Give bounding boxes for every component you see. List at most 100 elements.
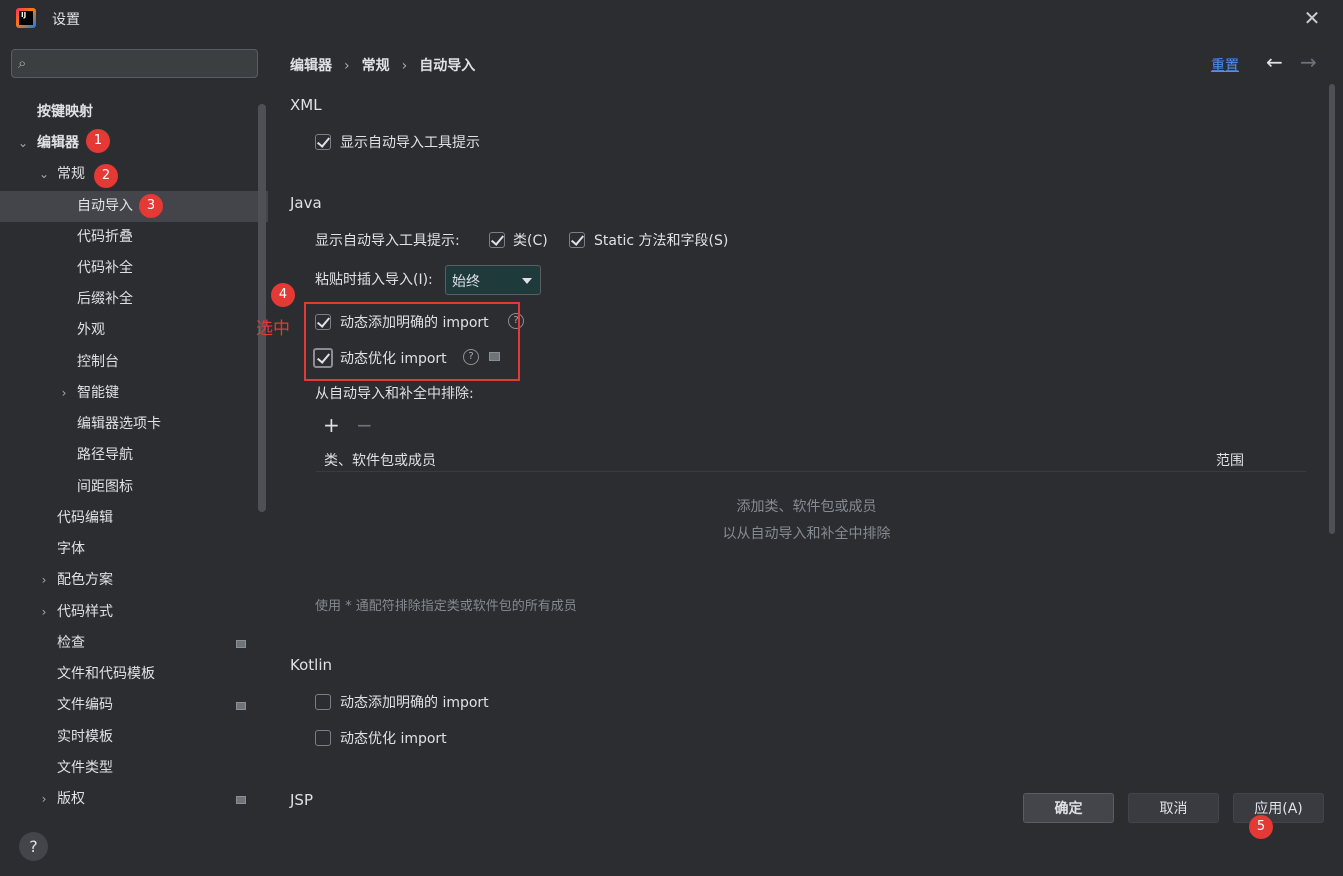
sidebar-item-keymap[interactable]: 按键映射	[0, 97, 258, 128]
chevron-right-icon[interactable]: ›	[57, 378, 71, 409]
sidebar-item-label: 编辑器选项卡	[77, 416, 161, 432]
intellij-logo-icon: IJ	[16, 8, 36, 28]
kotlin-optimize-imports-label: 动态优化 import	[340, 731, 447, 747]
reset-link[interactable]: 重置	[1211, 55, 1239, 75]
annotation-highlight-box	[304, 302, 520, 381]
section-java-title: Java	[290, 194, 322, 212]
sidebar-item-smart-keys[interactable]: › 智能键	[0, 378, 258, 409]
sidebar-item-label: 智能键	[77, 385, 119, 401]
sidebar-item-label: 编辑器	[37, 135, 79, 151]
column-header-scope[interactable]: 范围	[1216, 450, 1244, 470]
sidebar-item-inspections[interactable]: 检查	[0, 628, 258, 659]
sidebar-item-code-folding[interactable]: 代码折叠	[0, 222, 258, 253]
exclude-table-header: 类、软件包或成员 范围	[316, 448, 1306, 472]
settings-sidebar: ⌕ 按键映射 ⌄ 编辑器 ⌄ 常规 自动导入 代码折叠 代码补全 后缀补全 外观…	[0, 38, 270, 876]
chevron-down-icon[interactable]: ⌄	[16, 128, 30, 159]
wildcard-hint: 使用 * 通配符排除指定类或软件包的所有成员	[315, 599, 577, 614]
kotlin-add-unambiguous-label: 动态添加明确的 import	[340, 695, 489, 711]
sidebar-item-color-scheme[interactable]: › 配色方案	[0, 565, 258, 596]
sidebar-item-label: 代码补全	[77, 260, 133, 276]
sidebar-item-label: 版权	[57, 791, 85, 807]
sidebar-item-general[interactable]: ⌄ 常规	[0, 159, 258, 190]
sidebar-item-file-encodings[interactable]: 文件编码	[0, 690, 258, 721]
apply-button[interactable]: 应用(A)	[1233, 793, 1324, 823]
sidebar-item-label: 代码样式	[57, 604, 113, 620]
column-header-class[interactable]: 类、软件包或成员	[324, 450, 436, 470]
breadcrumb-item: 编辑器	[290, 58, 332, 74]
sidebar-item-label: 外观	[77, 322, 105, 338]
sidebar-item-label: 文件和代码模板	[57, 666, 155, 682]
search-icon[interactable]: ⌕	[18, 54, 26, 72]
sidebar-item-font[interactable]: 字体	[0, 534, 258, 565]
sidebar-item-label: 文件编码	[57, 697, 113, 713]
sidebar-item-label: 文件类型	[57, 760, 113, 776]
breadcrumb: 编辑器 › 常规 › 自动导入	[290, 55, 475, 75]
cancel-button[interactable]: 取消	[1128, 793, 1219, 823]
empty-table-text[interactable]: 添加类、软件包或成员	[270, 496, 1343, 516]
sidebar-scrollbar[interactable]	[258, 104, 266, 512]
java-class-label: 类(C)	[513, 233, 548, 249]
sidebar-item-editor[interactable]: ⌄ 编辑器	[0, 128, 258, 159]
search-input[interactable]	[42, 54, 242, 74]
dropdown-arrow-icon	[522, 278, 532, 284]
kotlin-add-unambiguous-checkbox[interactable]	[315, 694, 331, 710]
section-kotlin-title: Kotlin	[290, 656, 332, 674]
chevron-right-icon[interactable]: ›	[37, 597, 51, 628]
sidebar-item-appearance[interactable]: 外观	[0, 315, 258, 346]
sidebar-item-label: 路径导航	[77, 447, 133, 463]
paste-import-dropdown[interactable]: 始终	[445, 265, 541, 295]
add-icon[interactable]: +	[323, 413, 340, 437]
sidebar-item-label: 配色方案	[57, 572, 113, 588]
breadcrumb-separator: ›	[401, 58, 408, 74]
sidebar-item-code-completion[interactable]: 代码补全	[0, 253, 258, 284]
forward-arrow-icon[interactable]: →	[1300, 50, 1317, 74]
back-arrow-icon[interactable]: ←	[1266, 50, 1283, 74]
sidebar-item-code-style[interactable]: › 代码样式	[0, 597, 258, 628]
chevron-down-icon[interactable]: ⌄	[37, 159, 51, 190]
window-title: 设置	[52, 12, 80, 28]
settings-content: 编辑器 › 常规 › 自动导入 重置 ← → XML 显示自动导入工具提示 Java 显…	[256, 38, 1343, 876]
xml-show-popup-checkbox[interactable]	[315, 134, 331, 150]
section-jsp-title: JSP	[290, 791, 313, 809]
sidebar-item-breadcrumbs[interactable]: 路径导航	[0, 440, 258, 471]
sidebar-item-file-templates[interactable]: 文件和代码模板	[0, 659, 258, 690]
empty-table-subtext: 以从自动导入和补全中排除	[722, 526, 891, 542]
sidebar-item-editor-tabs[interactable]: 编辑器选项卡	[0, 409, 258, 440]
java-paste-label: 粘贴时插入导入(I):	[315, 272, 433, 288]
java-static-checkbox[interactable]	[569, 232, 585, 248]
annotation-badge-3: 3	[139, 194, 163, 218]
sidebar-item-label: 自动导入	[77, 198, 133, 214]
chevron-right-icon[interactable]: ›	[37, 565, 51, 596]
sidebar-item-console[interactable]: 控制台	[0, 347, 258, 378]
sidebar-item-copyright[interactable]: › 版权	[0, 784, 258, 815]
sidebar-item-code-editing[interactable]: 代码编辑	[0, 503, 258, 534]
java-class-checkbox[interactable]	[489, 232, 505, 248]
chevron-right-icon[interactable]: ›	[37, 784, 51, 815]
sidebar-item-postfix-completion[interactable]: 后缀补全	[0, 284, 258, 315]
sidebar-item-gutter-icons[interactable]: 间距图标	[0, 472, 258, 503]
sidebar-item-file-types[interactable]: 文件类型	[0, 753, 258, 784]
title-bar: IJ 设置 ✕	[0, 0, 1343, 38]
annotation-badge-5: 5	[1249, 815, 1273, 839]
sidebar-item-label: 实时模板	[57, 729, 113, 745]
content-scrollbar[interactable]	[1329, 84, 1335, 534]
annotation-badge-4: 4	[271, 283, 295, 307]
section-xml-title: XML	[290, 96, 322, 114]
sidebar-item-label: 代码编辑	[57, 510, 113, 526]
ok-button[interactable]: 确定	[1023, 793, 1114, 823]
sidebar-item-live-templates[interactable]: 实时模板	[0, 722, 258, 753]
breadcrumb-item: 常规	[361, 58, 390, 74]
annotation-select-text: 选中	[256, 319, 290, 339]
sidebar-item-label: 控制台	[77, 354, 119, 370]
project-settings-icon	[236, 640, 246, 648]
sidebar-item-auto-import[interactable]: 自动导入	[0, 191, 268, 222]
kotlin-optimize-imports-checkbox[interactable]	[315, 730, 331, 746]
breadcrumb-item: 自动导入	[419, 58, 476, 74]
help-button[interactable]: ?	[19, 832, 48, 861]
close-icon[interactable]: ✕	[1300, 6, 1324, 30]
project-settings-icon	[236, 796, 246, 804]
remove-icon[interactable]: −	[356, 413, 373, 437]
search-box[interactable]: ⌕	[11, 49, 258, 78]
logo-text: IJ	[21, 11, 27, 19]
dropdown-value: 始终	[452, 274, 480, 290]
